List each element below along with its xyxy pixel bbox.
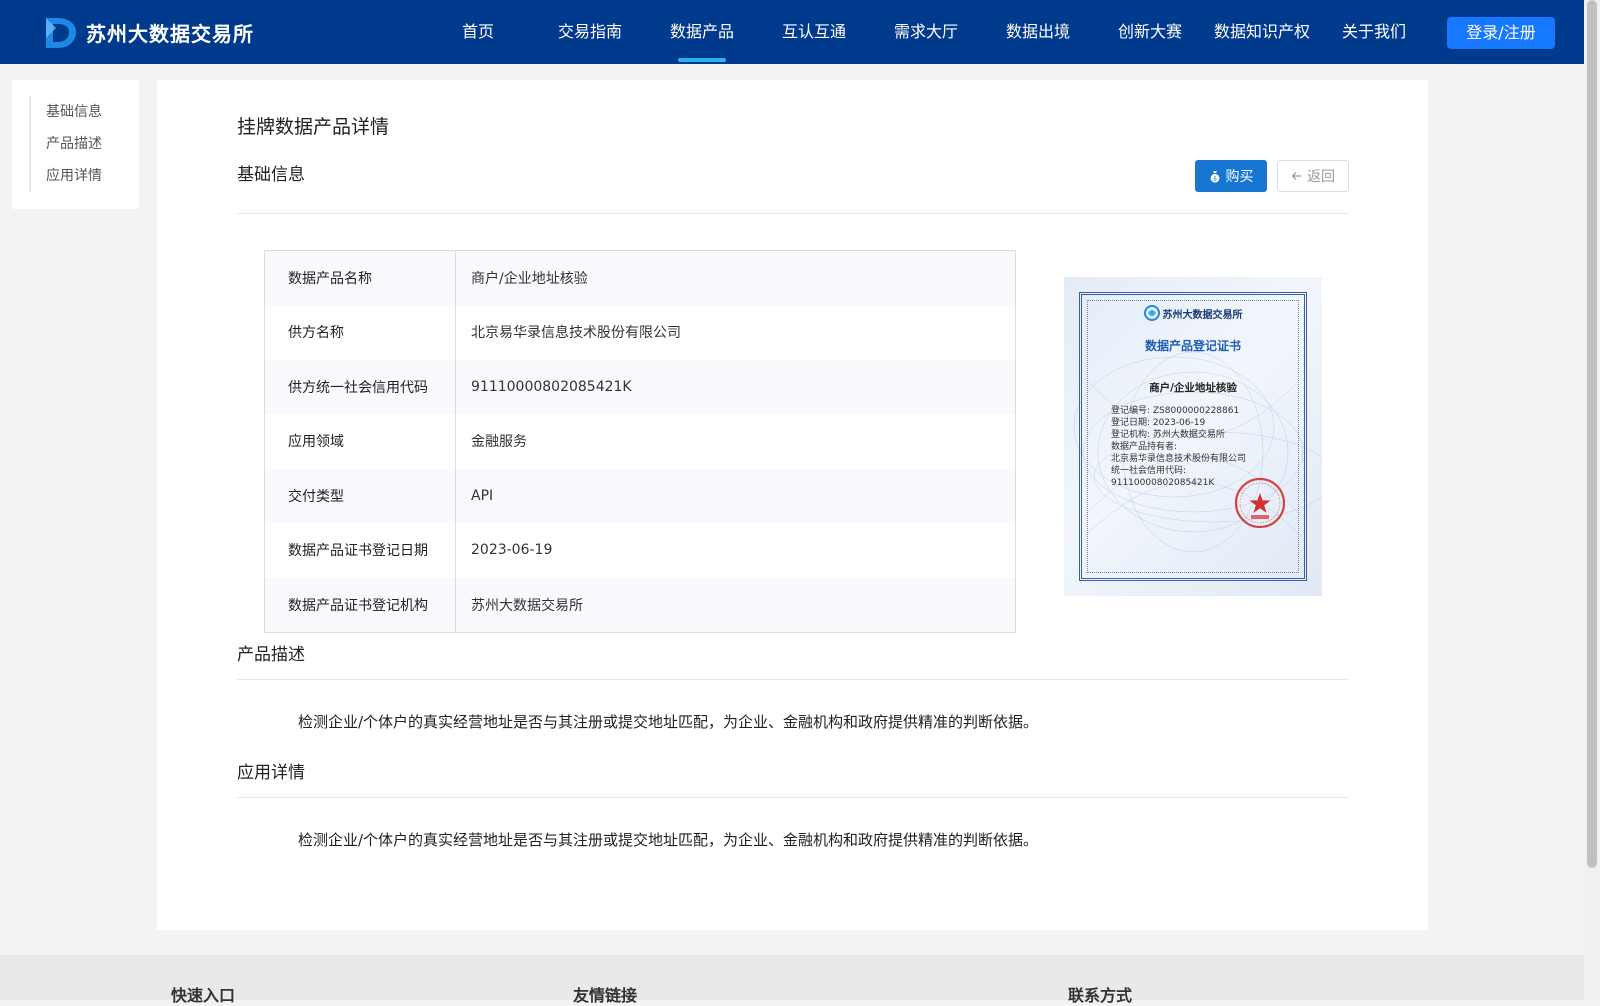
app-detail-title: 应用详情 [237, 763, 305, 783]
buy-button-label: 购买 [1225, 169, 1254, 185]
red-seal-stamp-icon [1234, 477, 1286, 529]
nav-item-interconnect[interactable]: 互认互通 [758, 0, 870, 64]
row-label: 交付类型 [264, 468, 456, 523]
basic-info-title: 基础信息 [237, 165, 305, 185]
anchor-list: 基础信息 产品描述 应用详情 [46, 96, 102, 192]
main-nav: 首页 交易指南 数据产品 互认互通 需求大厅 数据出境 创新大赛 数据知识产权 … [422, 0, 1430, 64]
svg-text:$: $ [1213, 175, 1217, 182]
page-title: 挂牌数据产品详情 [237, 116, 390, 138]
nav-item-home[interactable]: 首页 [422, 0, 534, 64]
row-label: 供方统一社会信用代码 [264, 359, 456, 414]
table-row: 数据产品证书登记日期 2023-06-19 [264, 523, 1016, 578]
footer-contact-title: 联系方式 [1068, 986, 1133, 1005]
table-row: 数据产品证书登记机构 苏州大数据交易所 [264, 577, 1016, 632]
product-desc-text: 检测企业/个体户的真实经营地址是否与其注册或提交地址匹配，为企业、金融机构和政府… [298, 713, 1039, 731]
login-register-button[interactable]: 登录/注册 [1447, 17, 1555, 49]
top-header: 苏州大数据交易所 首页 交易指南 数据产品 互认互通 需求大厅 数据出境 创新大… [0, 0, 1584, 64]
row-value: 91110000802085421K [455, 359, 1016, 414]
table-row: 供方统一社会信用代码 91110000802085421K [264, 359, 1016, 414]
row-value: 金融服务 [455, 414, 1016, 469]
row-label: 供方名称 [264, 305, 456, 360]
page-footer: 快速入口 友情链接 联系方式 [0, 955, 1584, 1005]
nav-item-trade-guide[interactable]: 交易指南 [534, 0, 646, 64]
nav-item-about[interactable]: 关于我们 [1318, 0, 1430, 64]
table-row: 供方名称 北京易华录信息技术股份有限公司 [264, 305, 1016, 360]
product-detail-card: 挂牌数据产品详情 基础信息 $ 购买 返回 数据产品名称 商户/企业地址核验 供… [157, 80, 1428, 930]
certificate-title: 数据产品登记证书 [1144, 339, 1241, 353]
anchor-item-app-detail[interactable]: 应用详情 [46, 160, 102, 192]
basic-info-header: 基础信息 $ 购买 返回 [237, 160, 1349, 214]
row-label: 数据产品证书登记日期 [264, 523, 456, 578]
buy-button[interactable]: $ 购买 [1195, 160, 1267, 192]
scrollbar-thumb[interactable] [1587, 0, 1597, 868]
row-value: 商户/企业地址核验 [455, 250, 1016, 305]
app-detail-text: 检测企业/个体户的真实经营地址是否与其注册或提交地址匹配，为企业、金融机构和政府… [298, 831, 1039, 849]
certificate-product-name: 商户/企业地址核验 [1149, 382, 1237, 394]
row-value: 北京易华录信息技术股份有限公司 [455, 305, 1016, 360]
anchor-sidebar: 基础信息 产品描述 应用详情 [12, 80, 139, 209]
certificate-logo: 苏州大数据交易所 [1064, 305, 1322, 321]
nav-item-data-products[interactable]: 数据产品 [646, 0, 758, 64]
certificate-line: 登记编号: ZS8000000228861 [1111, 406, 1240, 416]
nav-item-demand-hall[interactable]: 需求大厅 [870, 0, 982, 64]
logo-text: 苏州大数据交易所 [86, 21, 254, 46]
site-logo[interactable]: 苏州大数据交易所 [42, 14, 254, 50]
basic-info-table: 数据产品名称 商户/企业地址核验 供方名称 北京易华录信息技术股份有限公司 供方… [264, 250, 1016, 633]
row-label: 数据产品证书登记机构 [264, 577, 456, 632]
row-value: 2023-06-19 [455, 523, 1016, 578]
table-row: 应用领域 金融服务 [264, 414, 1016, 469]
nav-item-data-ip[interactable]: 数据知识产权 [1206, 0, 1318, 64]
back-button[interactable]: 返回 [1277, 160, 1349, 192]
product-desc-title: 产品描述 [237, 645, 305, 665]
nav-item-innovation-contest[interactable]: 创新大赛 [1094, 0, 1206, 64]
row-label: 数据产品名称 [264, 250, 456, 305]
row-value: 苏州大数据交易所 [455, 577, 1016, 632]
certificate-details: 登记编号: ZS8000000228861 登记日期: 2023-06-19 登… [1111, 405, 1246, 489]
footer-friend-links-title: 友情链接 [573, 986, 638, 1005]
certificate-line: 北京易华录信息技术股份有限公司 [1111, 454, 1247, 464]
row-value: API [455, 468, 1016, 523]
anchor-item-basic-info[interactable]: 基础信息 [46, 96, 102, 128]
certificate-line: 登记日期: 2023-06-19 [1111, 418, 1206, 428]
certificate-logo-icon [1143, 305, 1160, 321]
certificate-image[interactable]: 苏州大数据交易所 数据产品登记证书 商户/企业地址核验 登记编号: ZS8000… [1064, 277, 1322, 596]
certificate-line: 统一社会信用代码: [1111, 466, 1187, 476]
table-row: 数据产品名称 商户/企业地址核验 [264, 250, 1016, 305]
table-row: 交付类型 API [264, 468, 1016, 523]
anchor-track [29, 96, 31, 192]
page-scrollbar[interactable] [1584, 0, 1600, 1000]
logo-d-icon [46, 18, 76, 48]
app-detail-header: 应用详情 [237, 758, 1349, 798]
certificate-line: 91110000802085421K [1111, 478, 1215, 488]
product-desc-header: 产品描述 [237, 640, 1349, 680]
certificate-line: 登记机构: 苏州大数据交易所 [1111, 430, 1225, 440]
back-button-label: 返回 [1307, 169, 1335, 185]
arrow-left-icon [1291, 171, 1302, 181]
money-bag-icon: $ [1209, 170, 1221, 183]
nav-item-data-export[interactable]: 数据出境 [982, 0, 1094, 64]
certificate-line: 数据产品持有者: [1111, 442, 1178, 452]
footer-quick-entry-title: 快速入口 [171, 986, 236, 1005]
row-label: 应用领域 [264, 414, 456, 469]
anchor-item-product-desc[interactable]: 产品描述 [46, 128, 102, 160]
certificate-org-name: 苏州大数据交易所 [1162, 309, 1243, 321]
